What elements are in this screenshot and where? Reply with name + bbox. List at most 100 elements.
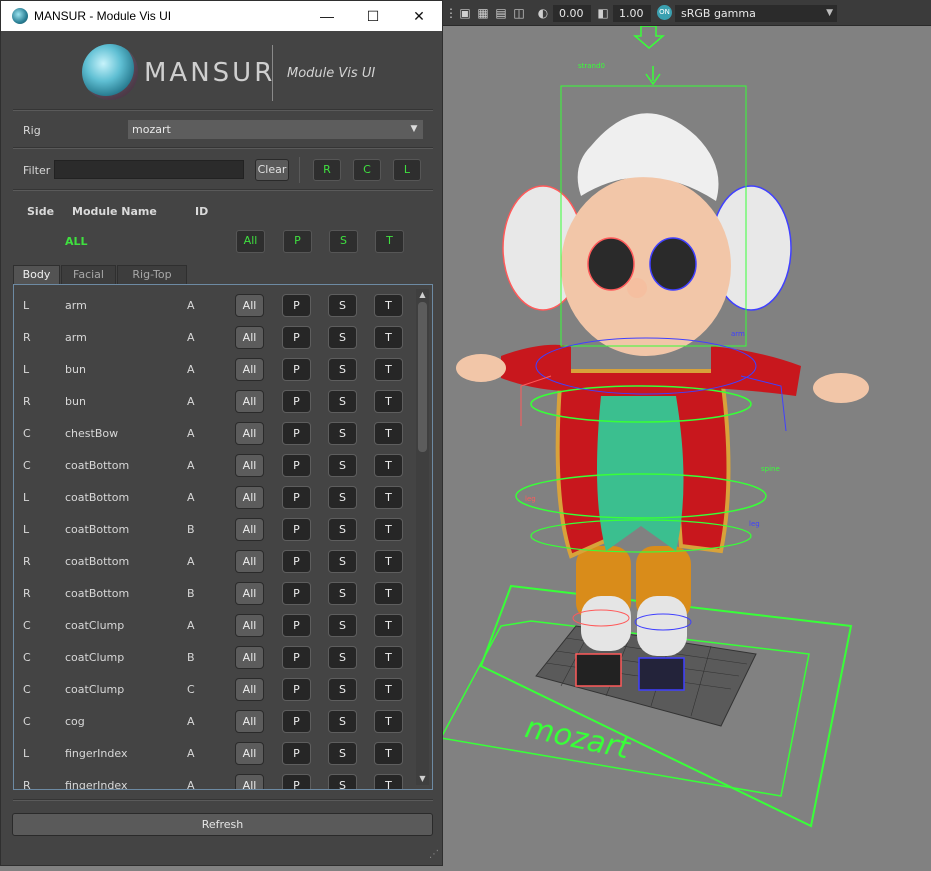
module-s-toggle[interactable]: S	[328, 518, 357, 541]
close-button[interactable]: ✕	[396, 1, 442, 31]
module-s-toggle[interactable]: S	[328, 390, 357, 413]
resize-grip-icon[interactable]: ⋰	[429, 849, 441, 861]
module-t-toggle[interactable]: T	[374, 326, 403, 349]
module-p-toggle[interactable]: P	[282, 518, 311, 541]
module-p-toggle[interactable]: P	[282, 742, 311, 765]
module-all-toggle[interactable]: All	[235, 582, 264, 605]
colorspace-select[interactable]: sRGB gamma ▼	[675, 5, 837, 22]
module-all-toggle[interactable]: All	[235, 678, 264, 701]
module-list-scrollbar[interactable]: ▲ ▼	[416, 289, 429, 785]
module-p-toggle[interactable]: P	[282, 294, 311, 317]
module-t-toggle[interactable]: T	[374, 614, 403, 637]
module-s-toggle[interactable]: S	[328, 710, 357, 733]
module-all-toggle[interactable]: All	[235, 486, 264, 509]
module-t-toggle[interactable]: T	[374, 646, 403, 669]
module-all-toggle[interactable]: All	[235, 454, 264, 477]
module-p-toggle[interactable]: P	[282, 550, 311, 573]
module-all-toggle[interactable]: All	[235, 422, 264, 445]
module-all-toggle[interactable]: All	[235, 710, 264, 733]
module-t-toggle[interactable]: T	[374, 582, 403, 605]
gamma-field[interactable]: 1.00	[613, 5, 651, 22]
module-t-toggle[interactable]: T	[374, 390, 403, 413]
module-s-toggle[interactable]: S	[328, 678, 357, 701]
all-secondary-button[interactable]: S	[329, 230, 358, 253]
module-t-toggle[interactable]: T	[374, 358, 403, 381]
module-t-toggle[interactable]: T	[374, 454, 403, 477]
module-p-toggle[interactable]: P	[282, 486, 311, 509]
module-p-toggle[interactable]: P	[282, 358, 311, 381]
module-all-toggle[interactable]: All	[235, 326, 264, 349]
module-s-toggle[interactable]: S	[328, 358, 357, 381]
module-all-toggle[interactable]: All	[235, 550, 264, 573]
module-p-toggle[interactable]: P	[282, 678, 311, 701]
all-tertiary-button[interactable]: T	[375, 230, 404, 253]
color-management-toggle[interactable]: ON	[657, 5, 672, 20]
title-bar[interactable]: MANSUR - Module Vis UI — ☐ ✕	[1, 1, 442, 31]
module-t-toggle[interactable]: T	[374, 294, 403, 317]
module-s-toggle[interactable]: S	[328, 582, 357, 605]
module-s-toggle[interactable]: S	[328, 774, 357, 789]
module-t-toggle[interactable]: T	[374, 742, 403, 765]
module-p-toggle[interactable]: P	[282, 582, 311, 605]
module-t-toggle[interactable]: T	[374, 550, 403, 573]
module-s-toggle[interactable]: S	[328, 486, 357, 509]
filter-right-button[interactable]: R	[313, 159, 341, 181]
resolution-gate-icon[interactable]: ◫	[511, 5, 527, 21]
character-scene[interactable]: mozart strand0 spine leg leg arm	[441, 26, 931, 871]
tab-facial[interactable]: Facial	[61, 265, 116, 284]
all-primary-button[interactable]: P	[283, 230, 312, 253]
gate-icon[interactable]: ▦	[475, 5, 491, 21]
scroll-thumb[interactable]	[418, 302, 427, 452]
all-visibility-button[interactable]: All	[236, 230, 265, 253]
module-t-toggle[interactable]: T	[374, 678, 403, 701]
module-all-toggle[interactable]: All	[235, 646, 264, 669]
module-s-toggle[interactable]: S	[328, 614, 357, 637]
rig-select[interactable]: mozart ▼	[128, 120, 423, 139]
gamma-icon[interactable]: ◧	[595, 5, 611, 21]
module-s-toggle[interactable]: S	[328, 294, 357, 317]
scroll-up-icon[interactable]: ▲	[416, 289, 429, 301]
clear-button[interactable]: Clear	[255, 159, 289, 181]
module-s-toggle[interactable]: S	[328, 646, 357, 669]
module-t-toggle[interactable]: T	[374, 710, 403, 733]
module-p-toggle[interactable]: P	[282, 454, 311, 477]
module-s-toggle[interactable]: S	[328, 550, 357, 573]
module-all-toggle[interactable]: All	[235, 614, 264, 637]
tab-rig-top[interactable]: Rig-Top	[117, 265, 187, 284]
scroll-down-icon[interactable]: ▼	[416, 773, 429, 785]
maximize-button[interactable]: ☐	[350, 1, 396, 31]
module-all-toggle[interactable]: All	[235, 390, 264, 413]
module-all-toggle[interactable]: All	[235, 742, 264, 765]
filter-input[interactable]	[54, 160, 244, 179]
module-list[interactable]: Larm A All P S T Rarm A All P S T Lbun A All P S T Rbun A Al…	[13, 284, 433, 790]
filter-left-button[interactable]: L	[393, 159, 421, 181]
module-p-toggle[interactable]: P	[282, 326, 311, 349]
exposure-field[interactable]: 0.00	[553, 5, 591, 22]
refresh-button[interactable]: Refresh	[12, 813, 433, 836]
camera-icon[interactable]: ▣	[457, 5, 473, 21]
module-s-toggle[interactable]: S	[328, 422, 357, 445]
filter-center-button[interactable]: C	[353, 159, 381, 181]
chevron-down-icon[interactable]: ▼	[405, 120, 423, 139]
exposure-icon[interactable]: ◐	[535, 5, 551, 21]
module-s-toggle[interactable]: S	[328, 454, 357, 477]
module-p-toggle[interactable]: P	[282, 422, 311, 445]
module-s-toggle[interactable]: S	[328, 326, 357, 349]
module-s-toggle[interactable]: S	[328, 742, 357, 765]
module-p-toggle[interactable]: P	[282, 710, 311, 733]
tab-body[interactable]: Body	[13, 265, 60, 285]
module-p-toggle[interactable]: P	[282, 390, 311, 413]
module-t-toggle[interactable]: T	[374, 774, 403, 789]
module-all-toggle[interactable]: All	[235, 294, 264, 317]
module-t-toggle[interactable]: T	[374, 518, 403, 541]
module-all-toggle[interactable]: All	[235, 774, 264, 789]
module-p-toggle[interactable]: P	[282, 614, 311, 637]
minimize-button[interactable]: —	[304, 1, 350, 31]
module-t-toggle[interactable]: T	[374, 422, 403, 445]
module-p-toggle[interactable]: P	[282, 774, 311, 789]
module-p-toggle[interactable]: P	[282, 646, 311, 669]
module-t-toggle[interactable]: T	[374, 486, 403, 509]
module-all-toggle[interactable]: All	[235, 358, 264, 381]
module-all-toggle[interactable]: All	[235, 518, 264, 541]
grid-icon[interactable]: ▤	[493, 5, 509, 21]
